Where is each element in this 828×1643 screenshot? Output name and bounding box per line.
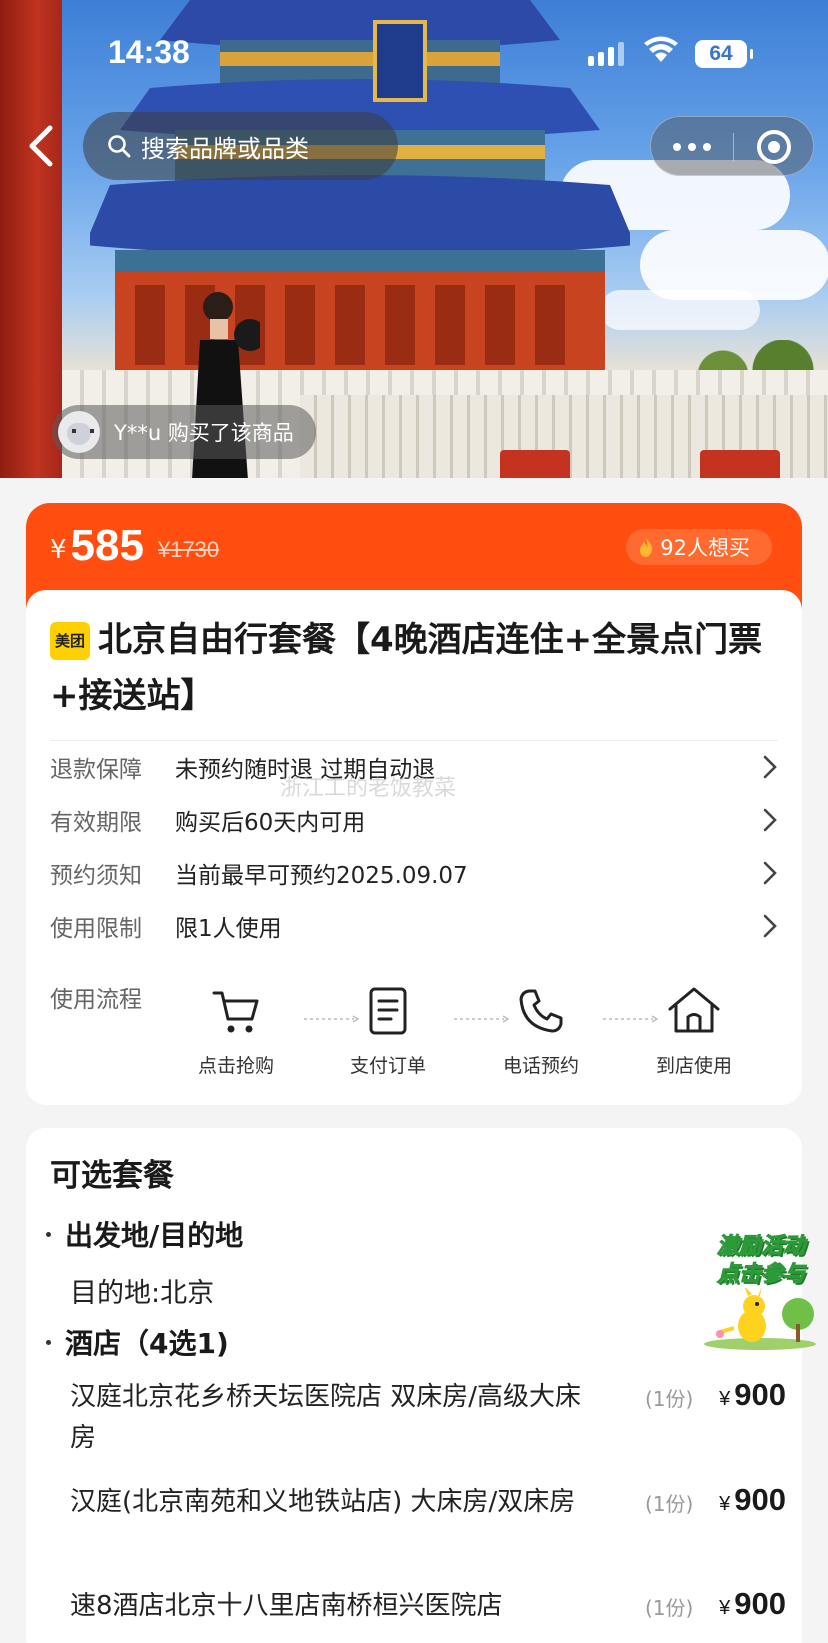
flow-step-label: 电话预约 (502, 1055, 579, 1077)
info-row-limit[interactable]: 使用限制 限1人使用 (50, 904, 778, 948)
bullet-icon (46, 1340, 51, 1345)
divider (50, 740, 778, 741)
info-value: 限1人使用 (175, 916, 282, 942)
info-label: 有效期限 (50, 810, 142, 836)
currency-symbol: ¥ (719, 1493, 731, 1515)
flame-icon (640, 537, 653, 557)
flow-step: 点击抢购 (176, 985, 296, 1078)
chevron-right-icon (763, 861, 777, 885)
chevron-right-icon (763, 755, 777, 779)
original-price: ¥1730 (157, 537, 220, 562)
chevron-right-icon (763, 914, 777, 938)
wifi-icon (644, 36, 678, 62)
roof (500, 450, 570, 478)
chevron-right-icon (763, 808, 777, 832)
hotel-price-value: 900 (734, 1377, 786, 1412)
hotel-name: 汉庭(北京南苑和义地铁站店) 大床房/双床房 (70, 1487, 576, 1517)
product-info-card: 美团 北京自由行套餐【4晚酒店连住+全景点门票+接送站】 退款保障 未预约随时退 … (26, 590, 802, 1105)
hotel-heading-text: 酒店（4选1) (65, 1327, 229, 1360)
hotel-name: 速8酒店北京十八里店南桥桓兴医院店 (70, 1591, 503, 1621)
origin-destination-heading: 出发地/目的地 (46, 1214, 243, 1254)
product-title: 美团 北京自由行套餐【4晚酒店连住+全景点门票+接送站】 (50, 612, 770, 724)
cart-icon (212, 991, 259, 1033)
roof (700, 450, 780, 478)
search-icon (108, 135, 131, 158)
meituan-logo: 美团 (50, 622, 90, 660)
hotel-quantity: (1份) (645, 1596, 694, 1620)
hotel-quantity: (1份) (645, 1387, 694, 1411)
miniapp-capsule[interactable] (650, 116, 814, 176)
status-time: 14:38 (108, 34, 190, 70)
want-count: 92人想买 (660, 536, 750, 560)
info-value: 当前最早可预约2025.09.07 (175, 863, 468, 889)
battery-indicator: 64 (695, 40, 753, 68)
origin-destination-heading-text: 出发地/目的地 (65, 1219, 244, 1252)
info-row-validity[interactable]: 有效期限 购买后60天内可用 (50, 798, 778, 842)
hotel-price-value: 900 (734, 1586, 786, 1621)
flow-step: 电话预约 (481, 985, 601, 1078)
package-section-title: 可选套餐 (50, 1158, 174, 1194)
info-label: 预约须知 (50, 863, 142, 889)
hotel-name: 汉庭北京花乡桥天坛医院店 双床房/高级大床房 (70, 1382, 582, 1453)
flow-step-label: 点击抢购 (197, 1055, 274, 1077)
phone-icon (519, 989, 563, 1033)
usage-flow-label: 使用流程 (50, 987, 142, 1013)
incentive-activity-badge[interactable]: 激励活动 点击参与 (694, 1222, 824, 1352)
flow-step: 到店使用 (634, 985, 754, 1078)
avatar (58, 411, 100, 453)
hotel-price: ¥900 (719, 1586, 786, 1622)
purchase-notification: Y**u 购买了该商品 (52, 405, 316, 459)
destination-value: 目的地:北京 (70, 1278, 215, 1309)
back-icon[interactable] (20, 120, 64, 172)
product-title-text: 北京自由行套餐【4晚酒店连住+全景点门票+接送站】 (50, 620, 763, 716)
hotel-price: ¥900 (719, 1482, 786, 1518)
hotel-price: ¥900 (719, 1377, 786, 1413)
current-price: 585 (70, 521, 144, 570)
document-icon (369, 987, 407, 1035)
info-value: 购买后60天内可用 (175, 810, 366, 836)
want-count-badge: 92人想买 (626, 529, 772, 565)
watermark-text: 浙江工的老饭教菜 (280, 776, 457, 801)
usage-flow: 点击抢购 支付订单 电话预约 到店使用 (176, 985, 796, 1095)
hotel-price-value: 900 (734, 1482, 786, 1517)
flow-step: 支付订单 (328, 985, 448, 1078)
package-options-card: 可选套餐 出发地/目的地 目的地:北京 酒店（4选1) 汉庭北京花乡桥天坛医院店… (26, 1128, 802, 1643)
close-miniapp-icon[interactable] (757, 130, 791, 164)
status-bar: 14:38 64 (0, 0, 828, 110)
info-label: 使用限制 (50, 916, 142, 942)
purchase-notification-text: Y**u 购买了该商品 (114, 421, 294, 445)
promo-line-2: 点击参与 (716, 1262, 805, 1288)
info-value: 未预约随时退 过期自动退 (175, 757, 436, 783)
info-label: 退款保障 (50, 757, 142, 783)
capsule-divider (733, 133, 734, 161)
currency-symbol: ¥ (719, 1597, 731, 1619)
price-row: ¥ 585 ¥1730 92人想买 (26, 503, 802, 589)
hotel-quantity: (1份) (645, 1492, 694, 1516)
more-icon[interactable] (673, 143, 711, 151)
hotel-heading: 酒店（4选1) (46, 1322, 229, 1362)
flow-step-label: 支付订单 (349, 1055, 426, 1077)
home-icon (668, 987, 720, 1033)
bullet-icon (46, 1232, 51, 1237)
cellular-signal-icon (588, 42, 624, 66)
flow-step-label: 到店使用 (655, 1055, 732, 1077)
search-placeholder: 搜索品牌或品类 (141, 134, 309, 163)
mascot-icon (704, 1288, 816, 1350)
search-bar[interactable]: 搜索品牌或品类 (83, 112, 398, 180)
currency-symbol: ¥ (50, 535, 67, 565)
currency-symbol: ¥ (719, 1388, 731, 1410)
info-row-booking[interactable]: 预约须知 当前最早可预约2025.09.07 (50, 851, 778, 895)
